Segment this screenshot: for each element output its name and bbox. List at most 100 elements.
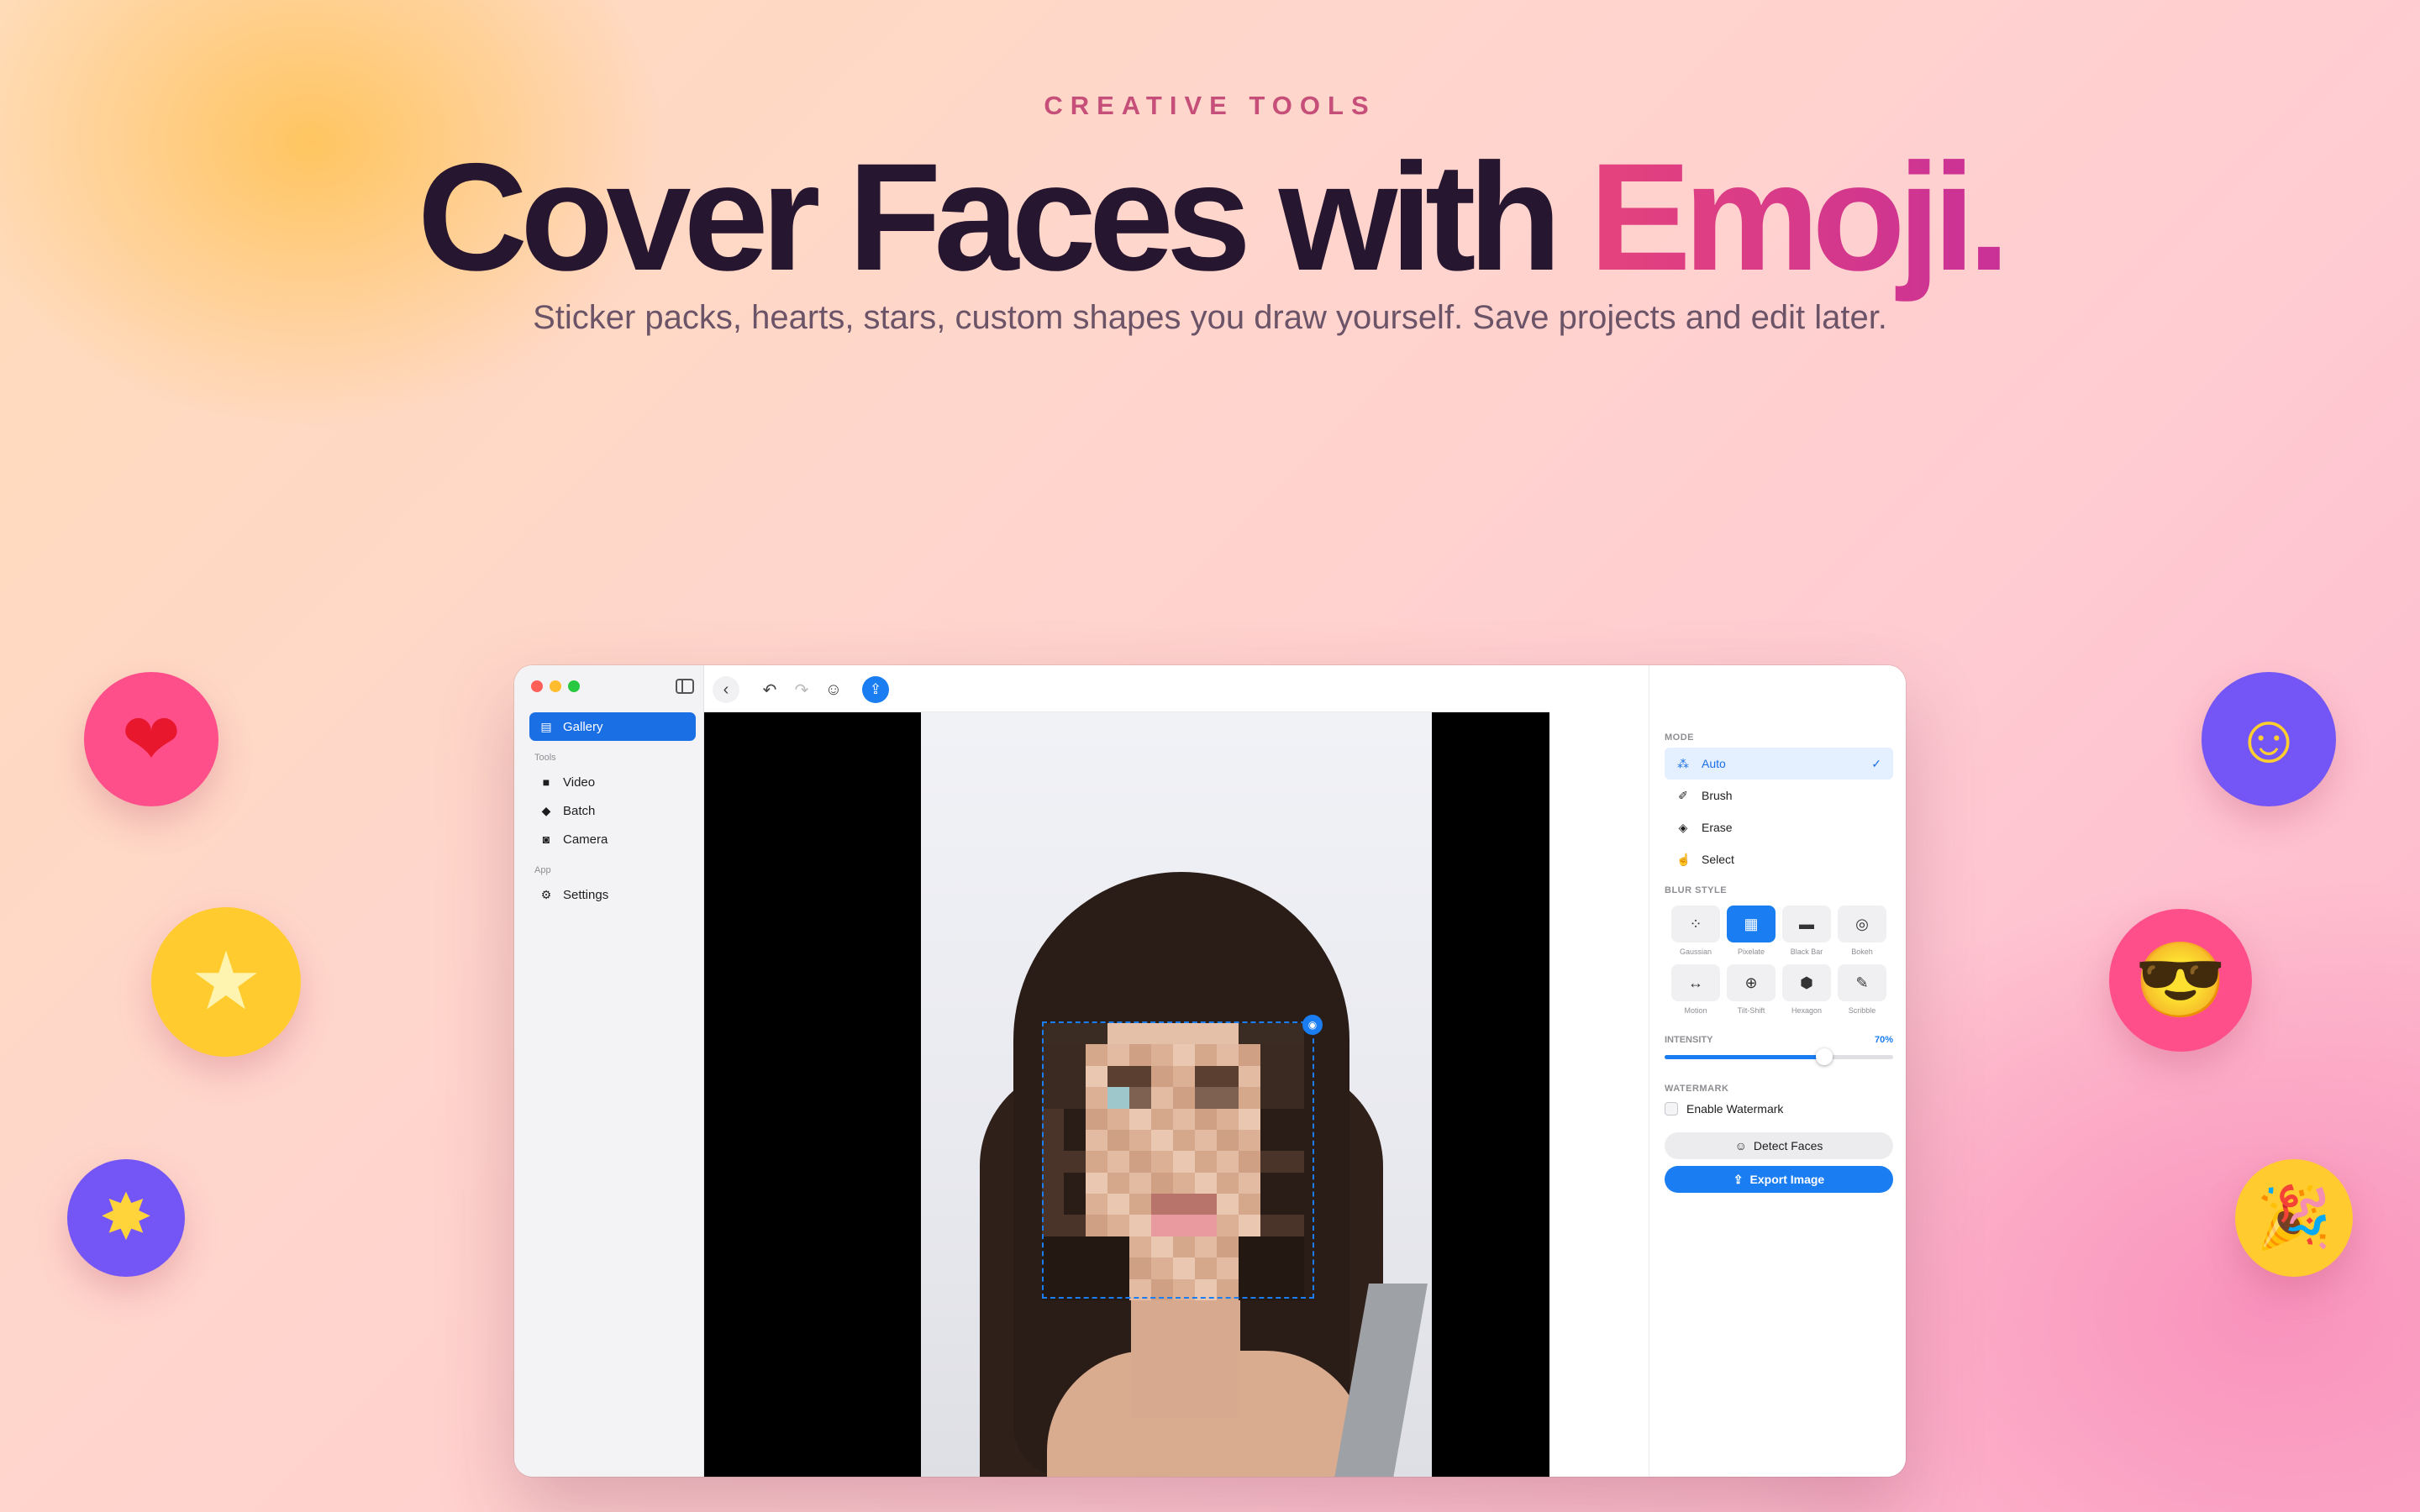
eye-icon[interactable]: ◉: [1302, 1015, 1323, 1035]
detect-faces-button[interactable]: ☺ Detect Faces: [1665, 1132, 1893, 1159]
toolbar: ‹ ↶ ↷ ☺ ⇪: [704, 665, 1549, 712]
face-scan-icon: ☺: [1734, 1139, 1747, 1152]
sidebar-item-gallery[interactable]: ▤ Gallery: [529, 712, 696, 741]
mode-label: Select: [1702, 853, 1734, 866]
blur-style-label: Scribble: [1848, 1006, 1876, 1015]
window-controls: [531, 680, 580, 692]
headline-accent: Emoji.: [1589, 131, 2010, 302]
intensity-slider[interactable]: [1665, 1048, 1893, 1065]
blur-style-grid: ⁘ Gaussian ▦ Pixelate ▬ Black Bar ◎ Bokeh ↔ M…: [1665, 906, 1893, 1016]
mode-brush[interactable]: ✐ Brush: [1665, 780, 1893, 811]
star-icon: ★: [189, 937, 263, 1026]
scribble-icon[interactable]: ✎: [1838, 964, 1886, 1001]
watermark-toggle[interactable]: Enable Watermark: [1665, 1102, 1783, 1116]
intensity-value: 70%: [1874, 1035, 1893, 1045]
pointer-icon: ☝: [1676, 852, 1691, 866]
heart-bubble: ❤: [84, 672, 218, 806]
smile-bubble: ☺: [2202, 672, 2336, 806]
motion-icon[interactable]: ↔: [1671, 964, 1720, 1001]
close-window-button[interactable]: [531, 680, 543, 692]
mode-erase[interactable]: ◈ Erase: [1665, 811, 1893, 843]
headline-main: Cover Faces with: [417, 131, 1590, 302]
blur-style-tilt-shift[interactable]: ⊕ Tilt-Shift: [1727, 964, 1776, 1016]
sunglasses-bubble: 😎: [2109, 909, 2252, 1052]
inspector-panel: MODE ⁂ Auto ✓ ✐ Brush ◈ Erase ☝ Select B…: [1649, 665, 1906, 1477]
share-button[interactable]: ⇪: [862, 676, 889, 703]
image-canvas[interactable]: ◉: [704, 712, 1549, 1477]
back-icon: ‹: [723, 680, 729, 699]
tilt-shift-icon[interactable]: ⊕: [1727, 964, 1776, 1001]
mode-list: ⁂ Auto ✓ ✐ Brush ◈ Erase ☝ Select: [1665, 748, 1893, 875]
gaussian-icon[interactable]: ⁘: [1671, 906, 1720, 942]
blur-style-label: Gaussian: [1679, 948, 1712, 956]
party-popper-icon: 🎉: [2256, 1184, 2332, 1252]
blur-style-hexagon[interactable]: ⬢ Hexagon: [1782, 964, 1831, 1016]
emoji-button[interactable]: ☺: [820, 676, 847, 703]
undo-button[interactable]: ↶: [756, 676, 783, 703]
star-bubble: ★: [151, 907, 301, 1057]
eraser-icon: ◈: [1678, 820, 1688, 834]
video-icon: ■: [542, 775, 550, 789]
blur-style-label: Bokeh: [1851, 948, 1873, 956]
detect-faces-label: Detect Faces: [1753, 1139, 1823, 1152]
sidebar-item-label: Gallery: [563, 719, 603, 734]
sidebar-item-batch[interactable]: ◆ Batch: [529, 796, 696, 825]
mode-label: Brush: [1702, 789, 1733, 802]
heart-icon: ❤: [121, 700, 182, 779]
smile-emoji-icon: ☺: [2233, 701, 2304, 777]
brush-icon: ✐: [1678, 788, 1688, 802]
sidebar-group-title: Tools: [534, 753, 556, 763]
sunglasses-emoji-icon: 😎: [2134, 938, 2227, 1021]
wand-icon: ⁂: [1677, 756, 1689, 770]
back-button[interactable]: ‹: [713, 676, 739, 703]
blur-style-label: Pixelate: [1737, 948, 1765, 956]
hero-kicker: CREATIVE TOOLS: [1044, 91, 1376, 120]
batch-icon: ◆: [541, 803, 551, 817]
blur-style-label: Tilt-Shift: [1737, 1006, 1765, 1015]
watermark-label: Enable Watermark: [1686, 1102, 1784, 1116]
minimize-window-button[interactable]: [550, 680, 561, 692]
blur-style-label: Black Bar: [1790, 948, 1823, 956]
hero-subtitle: Sticker packs, hearts, stars, custom sha…: [533, 299, 1887, 336]
zoom-window-button[interactable]: [568, 680, 580, 692]
blur-style-pixelate[interactable]: ▦ Pixelate: [1727, 906, 1776, 958]
sidebar-item-label: Batch: [563, 803, 596, 818]
pixelate-icon[interactable]: ▦: [1727, 906, 1776, 942]
mode-label: Auto: [1702, 757, 1726, 770]
sidebar-item-settings[interactable]: ⚙ Settings: [529, 880, 696, 909]
redo-button[interactable]: ↷: [788, 676, 815, 703]
sidebar-toggle-icon[interactable]: [676, 679, 694, 694]
photo: ◉: [921, 712, 1432, 1477]
mode-auto[interactable]: ⁂ Auto ✓: [1665, 748, 1893, 780]
sidebar-group-title: App: [534, 865, 551, 875]
export-icon: ⇪: [1733, 1172, 1744, 1186]
mode-section-title: MODE: [1665, 732, 1694, 743]
blur-style-gaussian[interactable]: ⁘ Gaussian: [1671, 906, 1720, 958]
blur-style-motion[interactable]: ↔ Motion: [1671, 964, 1720, 1016]
sidebar-item-camera[interactable]: ◙ Camera: [529, 825, 696, 853]
hexagon-icon[interactable]: ⬢: [1782, 964, 1831, 1001]
blur-style-scribble[interactable]: ✎ Scribble: [1838, 964, 1886, 1016]
blur-style-bokeh[interactable]: ◎ Bokeh: [1838, 906, 1886, 958]
checkmark-icon: ✓: [1871, 756, 1881, 770]
mode-select[interactable]: ☝ Select: [1665, 843, 1893, 875]
intensity-slider-handle[interactable]: [1816, 1048, 1833, 1065]
blur-style-label: Hexagon: [1791, 1006, 1823, 1015]
blur-style-black-bar[interactable]: ▬ Black Bar: [1782, 906, 1831, 958]
face-selection-box[interactable]: ◉: [1042, 1015, 1323, 1299]
bokeh-icon[interactable]: ◎: [1838, 906, 1886, 942]
sidebar-item-label: Camera: [563, 832, 608, 847]
black-bar-icon[interactable]: ▬: [1782, 906, 1831, 942]
gear-icon: ⚙: [540, 887, 552, 901]
sidebar-item-video[interactable]: ■ Video: [529, 768, 696, 796]
watermark-checkbox[interactable]: [1665, 1102, 1678, 1116]
blur-style-section-title: BLUR STYLE: [1665, 885, 1728, 895]
sparkle-bubble: ✸: [67, 1159, 185, 1277]
watermark-section-title: WATERMARK: [1665, 1084, 1729, 1094]
export-image-button[interactable]: ⇪ Export Image: [1665, 1166, 1893, 1193]
party-bubble: 🎉: [2235, 1159, 2353, 1277]
export-image-label: Export Image: [1749, 1173, 1825, 1186]
app-window: ▤ Gallery Tools ■ Video ◆ Batch ◙ Camera…: [514, 665, 1906, 1477]
camera-icon: ◙: [542, 832, 550, 846]
intensity-title: INTENSITY: [1665, 1035, 1713, 1045]
